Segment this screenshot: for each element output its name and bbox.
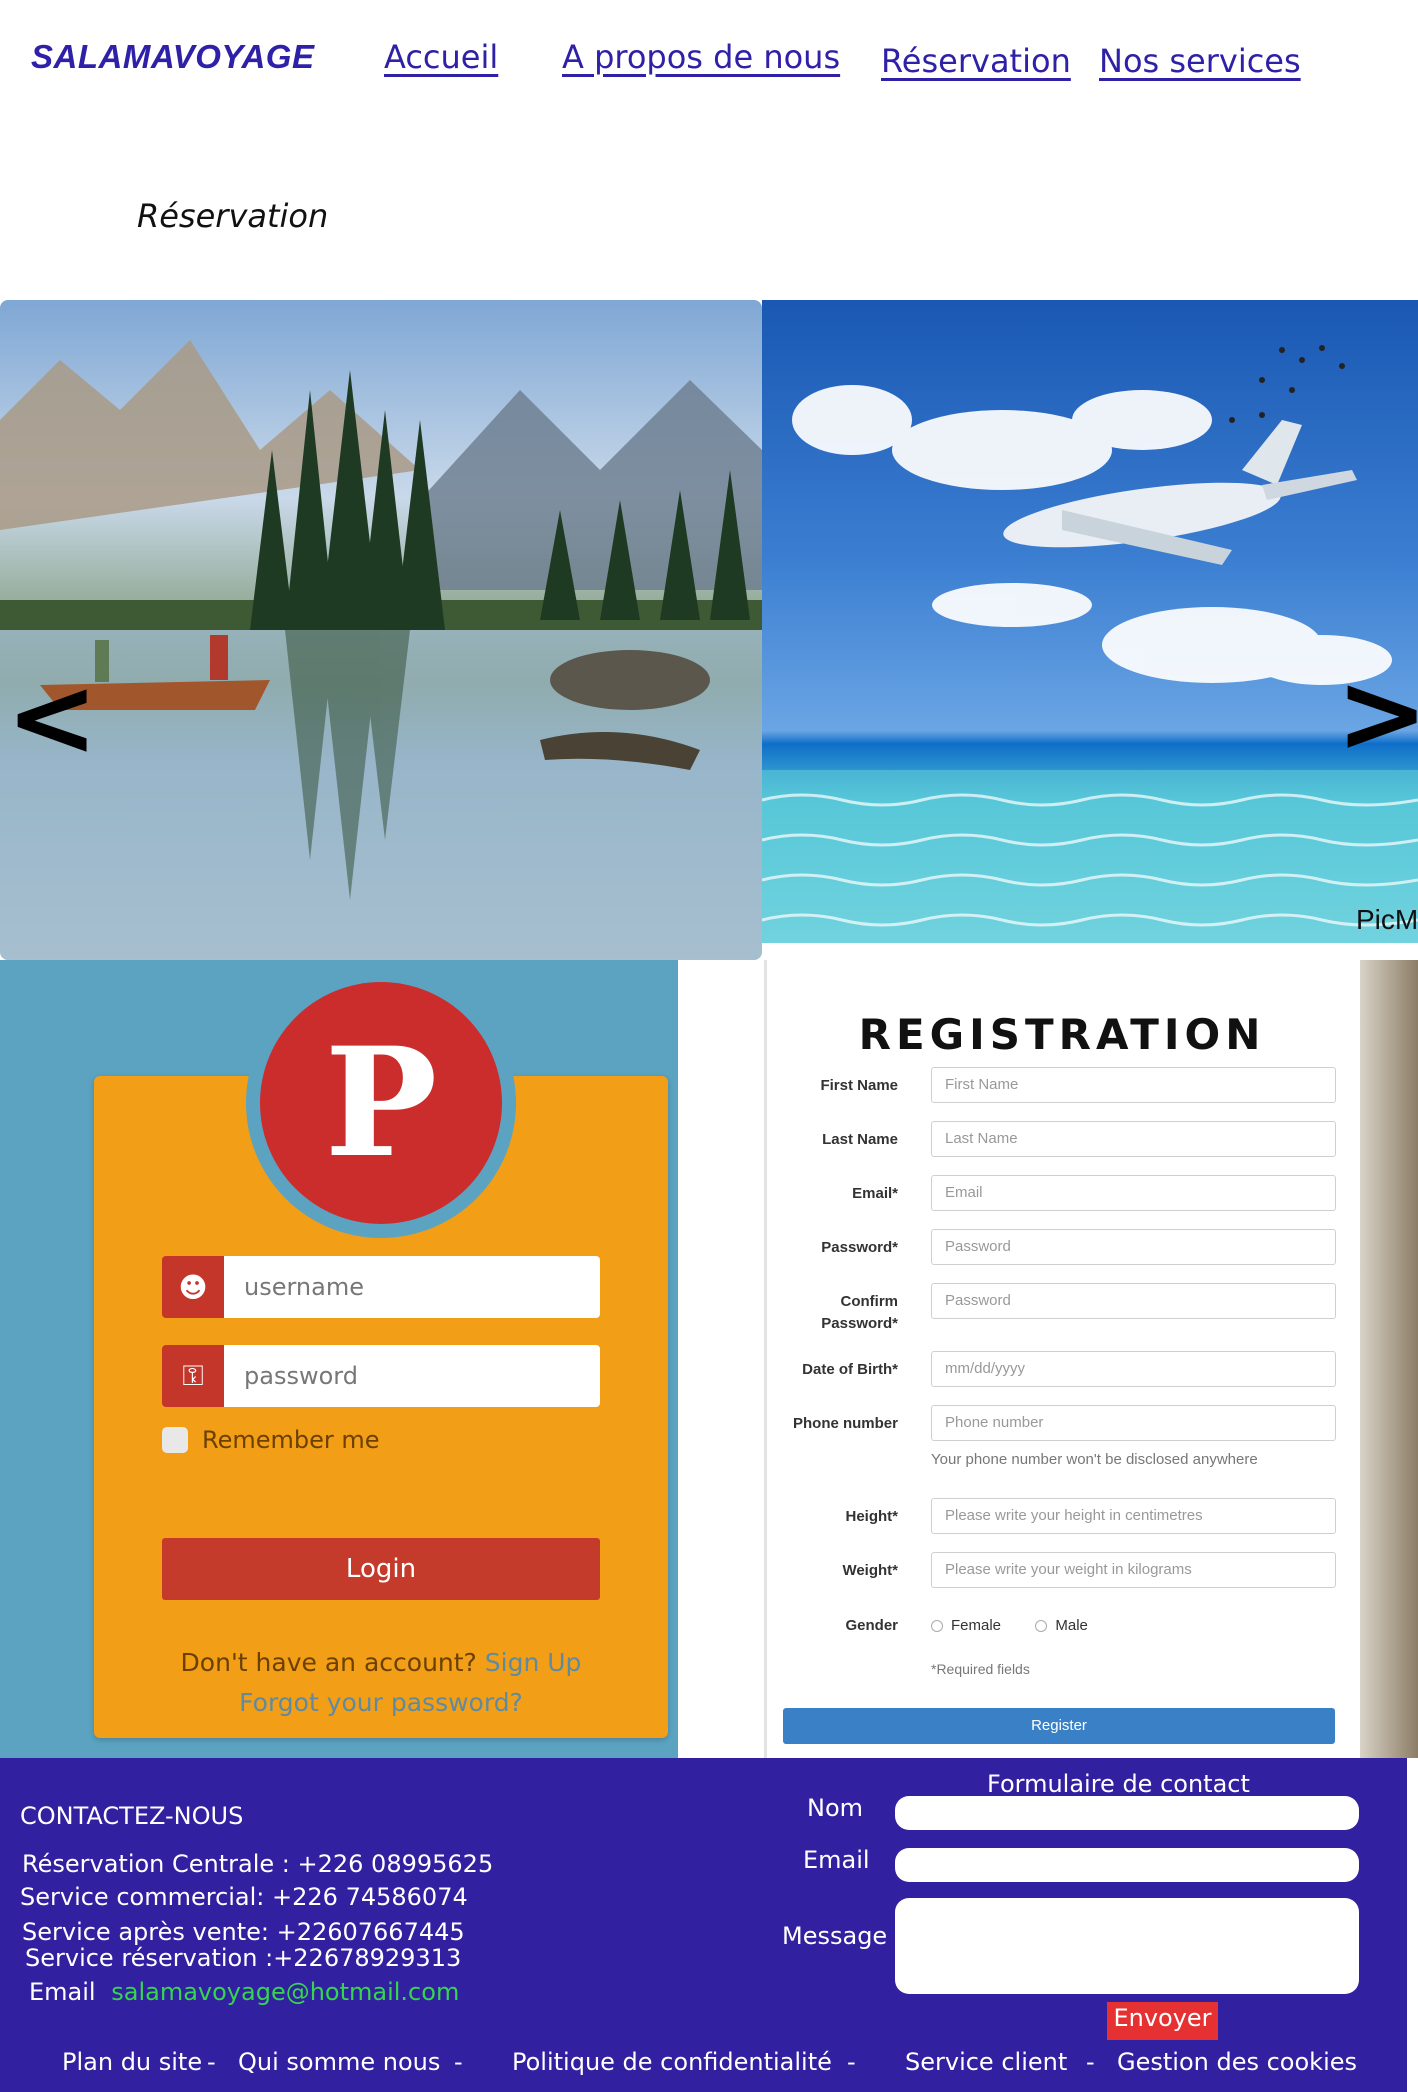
password-row[interactable]: ⚿ password <box>162 1345 600 1407</box>
forgot-password-link[interactable]: Forgot your password? <box>239 1688 523 1717</box>
email-link[interactable]: salamavoyage@hotmail.com <box>111 1978 459 2006</box>
no-account-text: Don't have an account? <box>180 1648 477 1677</box>
airplane-image: PicM <box>762 300 1418 943</box>
footer-link-service-client[interactable]: Service client <box>905 2048 1067 2076</box>
contact-form-title: Formulaire de contact <box>987 1770 1250 1798</box>
footer-separator: - <box>454 2048 463 2076</box>
picmix-watermark: PicM <box>1356 904 1418 935</box>
email-input[interactable] <box>895 1848 1359 1882</box>
footer-link-cookies[interactable]: Gestion des cookies <box>1117 2048 1357 2076</box>
register-button[interactable]: Register <box>783 1708 1335 1744</box>
message-textarea[interactable] <box>895 1898 1359 1994</box>
message-label: Message <box>782 1922 888 1950</box>
sign-up-link[interactable]: Sign Up <box>485 1648 582 1677</box>
nav-link-accueil[interactable]: Accueil <box>384 38 498 76</box>
footer: CONTACTEZ-NOUS Réservation Centrale : +2… <box>0 1758 1407 2092</box>
email-label: Email <box>29 1978 96 2006</box>
contact-line-reservation: Service réservation :+22678929313 <box>25 1944 462 1972</box>
username-row[interactable]: ☻ username <box>162 1256 600 1318</box>
forgot-row: Forgot your password? <box>94 1688 668 1717</box>
key-icon: ⚿ <box>162 1345 224 1407</box>
nom-input[interactable] <box>895 1796 1359 1830</box>
remember-me[interactable]: Remember me <box>162 1426 380 1454</box>
username-input[interactable]: username <box>224 1256 600 1318</box>
remember-label: Remember me <box>202 1426 380 1454</box>
footer-link-politique[interactable]: Politique de confidentialité <box>512 2048 832 2076</box>
footer-link-qui-somme-nous[interactable]: Qui somme nous <box>238 2048 440 2076</box>
footer-separator: - <box>847 2048 856 2076</box>
footer-separator: - <box>207 2048 216 2076</box>
envoyer-button[interactable]: Envoyer <box>1107 2002 1218 2040</box>
user-icon: ☻ <box>162 1256 224 1318</box>
remember-checkbox[interactable] <box>162 1427 188 1453</box>
contact-line-centrale: Réservation Centrale : +226 08995625 <box>22 1850 494 1878</box>
signup-prompt: Don't have an account? Sign Up <box>94 1648 668 1677</box>
reg-side-strip <box>1360 960 1418 1758</box>
registration-mockup <box>764 960 1418 1758</box>
pinterest-icon: P <box>260 982 502 1224</box>
carousel-prev-arrow[interactable]: < <box>6 662 98 772</box>
nav-link-nos-services[interactable]: Nos services <box>1099 42 1301 80</box>
email-field-label: Email <box>803 1846 870 1874</box>
brand-logo[interactable]: SALAMAVOYAGE <box>31 38 314 76</box>
login-button[interactable]: Login <box>162 1538 600 1600</box>
contact-line-commercial: Service commercial: +226 74586074 <box>20 1883 468 1911</box>
nav-link-a-propos[interactable]: A propos de nous <box>562 38 840 76</box>
footer-link-plan-du-site[interactable]: Plan du site <box>62 2048 202 2076</box>
page-title: Réservation <box>137 197 329 235</box>
contact-email-row: Email salamavoyage@hotmail.com <box>29 1978 459 2006</box>
lake-image <box>0 300 762 960</box>
carousel-next-arrow[interactable]: > <box>1336 658 1418 768</box>
contact-heading: CONTACTEZ-NOUS <box>20 1802 244 1830</box>
nom-label: Nom <box>807 1794 864 1822</box>
contact-line-apres-vente: Service après vente: +22607667445 <box>22 1918 465 1946</box>
nav-link-reservation[interactable]: Réservation <box>881 42 1071 80</box>
footer-separator: - <box>1086 2048 1095 2076</box>
password-input[interactable]: password <box>224 1345 600 1407</box>
